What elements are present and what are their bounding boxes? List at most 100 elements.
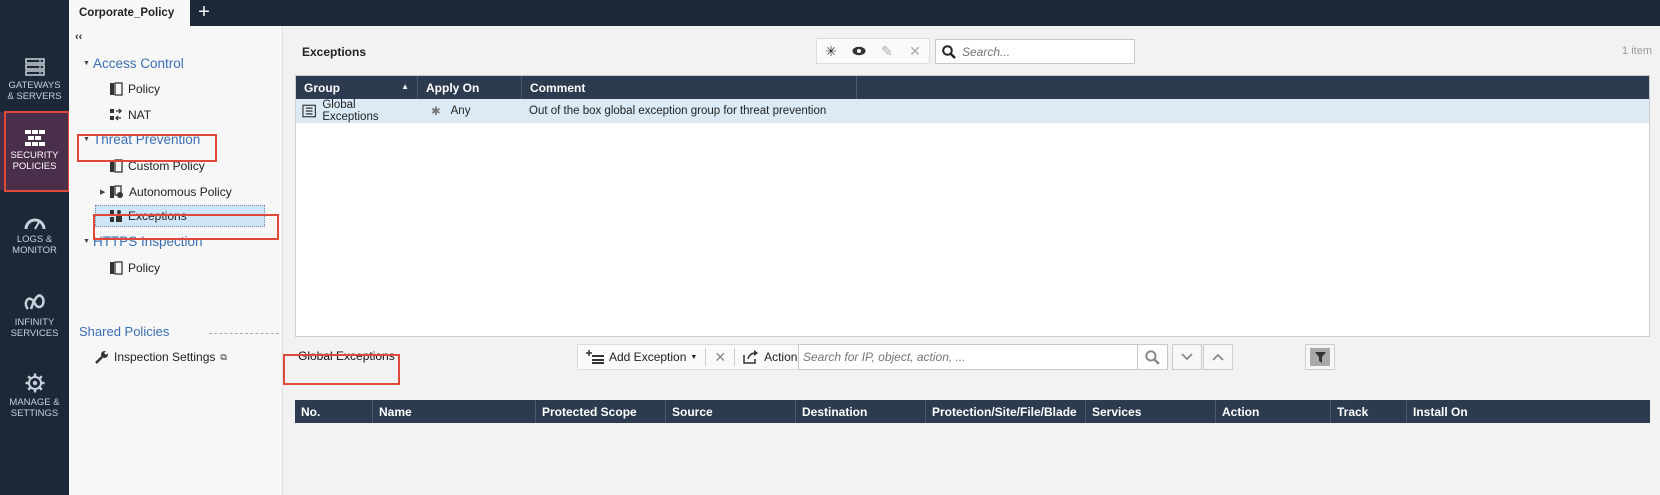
tree-label: Inspection Settings (114, 350, 216, 364)
cell-comment: Out of the box global exception group fo… (529, 105, 827, 117)
tree-label: Custom Policy (128, 159, 205, 173)
column-header-name[interactable]: Name (373, 400, 536, 423)
previous-result-chevron-up-icon[interactable] (1203, 344, 1233, 370)
any-star-icon: ✱ (431, 106, 441, 118)
next-result-chevron-down-icon[interactable] (1172, 344, 1202, 370)
caret-down-icon: ▼ (83, 136, 90, 143)
add-exception-label: Add Exception (609, 350, 687, 364)
filter-button[interactable] (1305, 344, 1335, 370)
nat-icon (110, 108, 122, 121)
add-tab-button[interactable]: + (191, 0, 217, 26)
rail-label: SECURITY POLICIES (10, 150, 59, 172)
chevron-down-icon: ▼ (690, 353, 698, 361)
column-header-track[interactable]: Track (1331, 400, 1407, 423)
exceptions-grid-header: Group ▲ Apply On Comment (296, 76, 1649, 99)
column-header-action[interactable]: Action (1216, 400, 1331, 423)
delete-x-icon[interactable]: ✕ (901, 39, 929, 63)
tree-item-inspection-settings[interactable]: Inspection Settings ⧉ (95, 350, 227, 364)
column-header-protected-scope[interactable]: Protected Scope (536, 400, 666, 423)
sort-ascending-icon: ▲ (401, 82, 409, 91)
column-header-group[interactable]: Group ▲ (296, 76, 418, 99)
column-header-install-on[interactable]: Install On (1407, 400, 1650, 423)
global-exceptions-toolbar: Add Exception ▼ ✕ Actions ▼ (577, 344, 824, 370)
rail-label: LOGS & MONITOR (12, 234, 57, 256)
add-exception-button[interactable]: Add Exception ▼ (578, 345, 705, 369)
exceptions-search-box[interactable] (935, 39, 1135, 64)
gear-icon (25, 373, 44, 393)
share-export-icon (743, 350, 759, 364)
security-policies-icon (24, 130, 45, 146)
tree-item-exceptions[interactable]: Exceptions (95, 205, 265, 227)
exceptions-toolbar: ✳ ✎ ✕ (816, 38, 930, 64)
delete-x-icon[interactable]: ✕ (706, 345, 734, 369)
divider (209, 333, 279, 334)
add-rule-icon (586, 350, 604, 364)
policy-tree: ‹‹ ▼ Access Control Policy NAT ▼ Threat … (69, 26, 283, 495)
rail-logs-monitor[interactable]: LOGS & MONITOR (0, 196, 69, 276)
policy-book-icon (110, 261, 123, 275)
exception-group-icon (302, 104, 316, 118)
infinity-icon (24, 294, 45, 310)
main-panel: Exceptions ✳ ✎ ✕ 1 item Group▲ Apply On … (283, 26, 1660, 495)
column-header-protection[interactable]: Protection/Site/File/Blade (926, 400, 1086, 423)
tree-item-access-policy[interactable]: Policy (109, 82, 160, 96)
exceptions-search-input[interactable] (962, 44, 1127, 59)
new-star-icon[interactable]: ✳ (817, 39, 845, 63)
rail-label: MANAGE & SETTINGS (9, 397, 60, 419)
column-header-no[interactable]: No. (295, 400, 373, 423)
column-header-services[interactable]: Services (1086, 400, 1216, 423)
search-icon (942, 44, 956, 59)
rail-manage-settings[interactable]: MANAGE & SETTINGS (0, 356, 69, 436)
table-row[interactable]: Global Exceptions ✱ Any Out of the box g… (296, 99, 1649, 123)
external-link-icon[interactable]: ⧉ (220, 352, 226, 363)
search-icon (1145, 349, 1160, 365)
edit-pencil-icon[interactable]: ✎ (873, 39, 901, 63)
tree-label: HTTPS Inspection (93, 234, 203, 249)
rail-gateways-servers[interactable]: GATEWAYS & SERVERS (0, 40, 69, 120)
tab-corporate-policy[interactable]: Corporate_Policy (69, 0, 190, 26)
tree-item-autonomous-policy[interactable]: ▶ Autonomous Policy (100, 185, 232, 199)
shared-policies-title: Shared Policies (79, 324, 170, 339)
policy-book-icon (110, 159, 123, 173)
policy-book-icon (110, 82, 123, 96)
exceptions-grid: Group ▲ Apply On Comment Global Exception… (295, 75, 1650, 337)
rules-search-box[interactable] (798, 344, 1168, 370)
caret-down-icon: ▼ (83, 238, 90, 245)
tree-threat-prevention[interactable]: ▼ Threat Prevention (83, 132, 200, 147)
search-button[interactable] (1137, 345, 1167, 369)
column-header-destination[interactable]: Destination (796, 400, 926, 423)
tree-access-control[interactable]: ▼ Access Control (83, 56, 184, 71)
rail-label: INFINITY SERVICES (10, 317, 59, 339)
rail-security-policies[interactable]: SECURITY POLICIES (0, 112, 69, 190)
column-header-comment[interactable]: Comment (522, 76, 857, 99)
tree-label: Threat Prevention (93, 132, 201, 147)
filter-icon (1310, 348, 1330, 366)
global-exceptions-grid-header: No. Name Protected Scope Source Destinat… (295, 400, 1650, 423)
tree-https-inspection[interactable]: ▼ HTTPS Inspection (83, 234, 203, 249)
tree-label: Policy (128, 261, 161, 275)
collapse-panel-button[interactable]: ‹‹ (75, 31, 82, 43)
rules-search-input[interactable] (799, 350, 1139, 364)
tab-bar: Corporate_Policy + (69, 0, 1660, 26)
tree-label: Exceptions (128, 209, 187, 223)
column-header-apply-on[interactable]: Apply On (418, 76, 522, 99)
column-header-source[interactable]: Source (666, 400, 796, 423)
tree-item-nat[interactable]: NAT (109, 108, 151, 122)
caret-right-icon[interactable]: ▶ (100, 188, 105, 196)
global-exceptions-grid: No. Name Protected Scope Source Destinat… (295, 400, 1650, 495)
caret-down-icon: ▼ (83, 60, 90, 67)
tree-item-custom-policy[interactable]: Custom Policy (109, 159, 205, 173)
tree-item-https-policy[interactable]: Policy (109, 261, 160, 275)
global-exceptions-title: Global Exceptions (298, 349, 395, 363)
view-eye-icon[interactable] (845, 39, 873, 63)
app-window: GATEWAYS & SERVERS SECURITY POLICIES LOG… (0, 0, 1660, 495)
rail-label: GATEWAYS & SERVERS (7, 80, 62, 102)
tree-label: Access Control (93, 56, 184, 71)
cell-apply-on: Any (450, 105, 471, 117)
wrench-icon (95, 351, 108, 364)
exceptions-icon (110, 210, 122, 222)
rail-infinity-services[interactable]: INFINITY SERVICES (0, 276, 69, 356)
tree-label: Policy (128, 82, 161, 96)
autonomous-policy-icon (110, 185, 123, 198)
tree-label: Autonomous Policy (129, 185, 232, 199)
